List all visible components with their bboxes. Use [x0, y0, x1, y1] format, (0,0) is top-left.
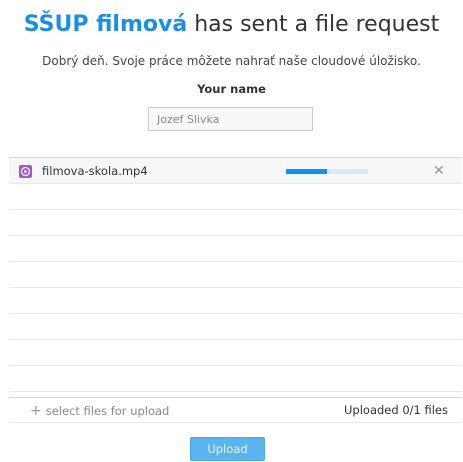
select-files-link[interactable]: + select files for upload — [30, 403, 169, 419]
empty-row — [9, 366, 462, 392]
file-name: filmova-skola.mp4 — [42, 164, 148, 178]
empty-row — [9, 184, 462, 210]
sender-name: SŠUP filmová — [23, 12, 188, 37]
request-message: Dobrý deň. Svoje práce môžete nahrať naš… — [42, 54, 421, 68]
name-label: Your name — [197, 82, 266, 96]
file-row: filmova-skola.mp4 ✕ — [9, 158, 462, 184]
file-request-page: SŠUP filmová has sent a file request Dob… — [0, 0, 463, 462]
title-text: has sent a file request — [194, 12, 440, 37]
upload-footer: + select files for upload Uploaded 0/1 fi… — [9, 397, 462, 423]
select-files-label: select files for upload — [45, 404, 170, 418]
empty-row — [9, 262, 462, 288]
empty-row — [9, 340, 462, 366]
file-list: filmova-skola.mp4 ✕ — [9, 157, 462, 398]
empty-row — [9, 236, 462, 262]
empty-row — [9, 314, 462, 340]
video-file-icon — [19, 165, 32, 178]
upload-status: Uploaded 0/1 files — [344, 403, 448, 417]
upload-progress-bar — [286, 169, 368, 174]
name-input[interactable] — [148, 107, 313, 131]
empty-row — [9, 210, 462, 236]
upload-button[interactable]: Upload — [190, 437, 265, 461]
remove-file-icon[interactable]: ✕ — [433, 163, 445, 179]
page-title: SŠUP filmová has sent a file request — [0, 10, 463, 40]
plus-icon: + — [30, 403, 42, 419]
upload-progress-fill — [286, 169, 327, 174]
empty-row — [9, 288, 462, 314]
